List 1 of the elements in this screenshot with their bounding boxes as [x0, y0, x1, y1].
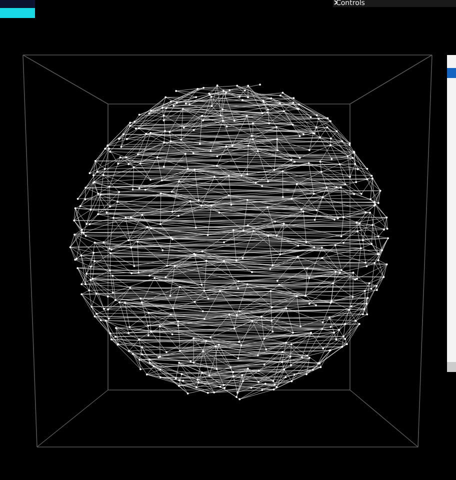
stats-panel — [0, 0, 35, 18]
